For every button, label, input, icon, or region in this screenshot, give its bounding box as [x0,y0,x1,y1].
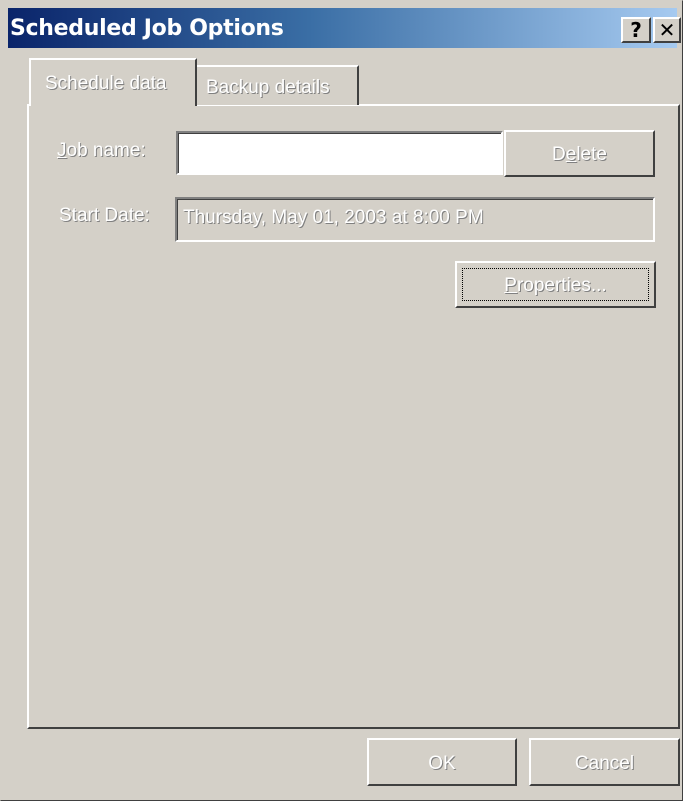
tab-label: Schedule data [45,73,167,94]
tab-label: Backup details [206,77,330,98]
start-date-field: Thursday, May 01, 2003 at 8:00 PM [175,197,655,242]
cancel-button[interactable]: Cancel [529,738,680,786]
job-name-label: Job name: [57,140,146,161]
tab-schedule-data[interactable]: Schedule data [29,58,197,106]
tab-backup-details[interactable]: Backup details [197,65,359,105]
tab-panel: Job name: Delete Start Date: Thursday, M… [27,104,680,729]
focus-outline [462,268,649,301]
window-title: Scheduled Job Options [10,16,284,41]
start-date-label: Start Date: [59,205,150,226]
help-button[interactable]: ? [621,17,651,43]
close-icon: ✕ [658,18,676,42]
title-bar[interactable]: Scheduled Job Options ? ✕ [8,8,681,48]
ok-button[interactable]: OK [367,738,517,786]
properties-button[interactable]: Properties... [455,261,656,308]
dialog-window: Scheduled Job Options ? ✕ Schedule data … [0,0,683,801]
close-button[interactable]: ✕ [653,17,681,43]
help-icon: ? [630,18,642,42]
job-name-input[interactable] [176,131,503,175]
delete-button[interactable]: Delete [504,130,655,177]
